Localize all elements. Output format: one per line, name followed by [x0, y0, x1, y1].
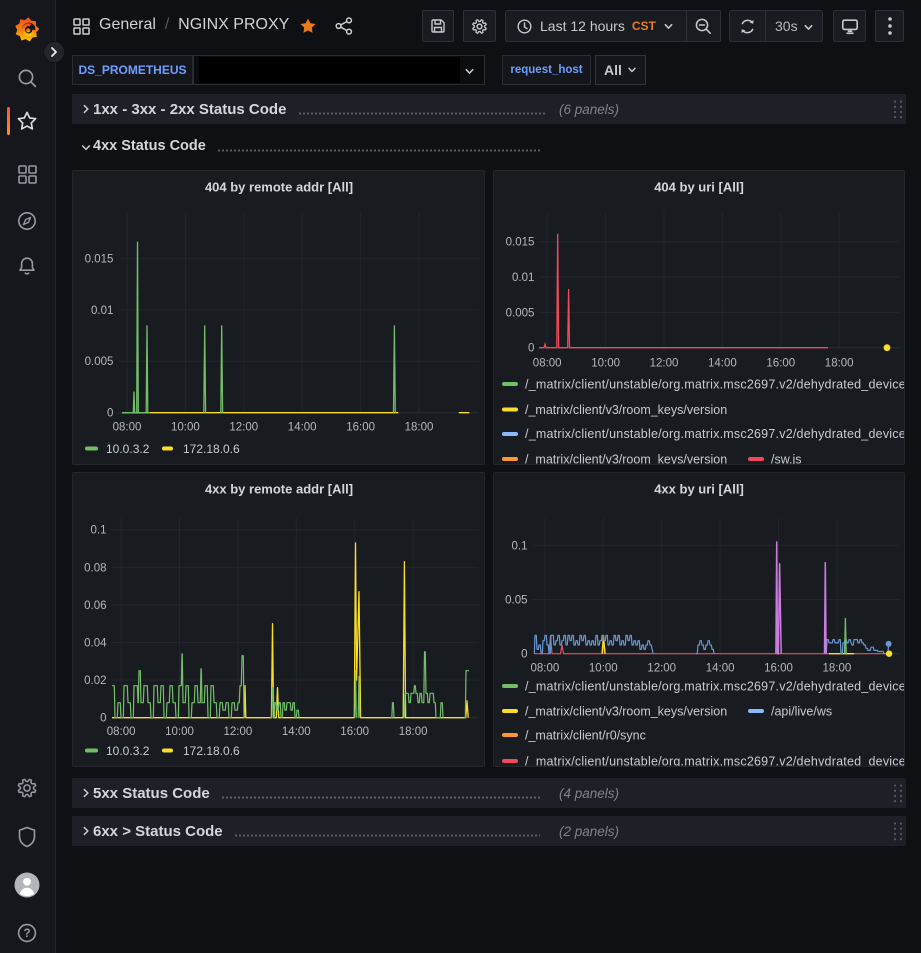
svg-text:14:00: 14:00 [706, 663, 735, 675]
svg-text:0: 0 [521, 649, 527, 661]
svg-text:172.18.0.6: 172.18.0.6 [183, 442, 240, 456]
svg-text:10:00: 10:00 [591, 358, 620, 370]
svg-text:4xx by uri [All]: 4xx by uri [All] [654, 482, 744, 497]
svg-text:0.015: 0.015 [85, 254, 114, 266]
svg-text:18:00: 18:00 [405, 422, 434, 434]
svg-text:10.0.3.2: 10.0.3.2 [106, 744, 150, 758]
svg-text:0.04: 0.04 [84, 638, 107, 650]
svg-text:10:00: 10:00 [171, 422, 200, 434]
svg-text:16:00: 16:00 [766, 358, 795, 370]
svg-text:08:00: 08:00 [531, 663, 560, 675]
svg-text:18:00: 18:00 [399, 726, 428, 738]
svg-text:0: 0 [107, 408, 113, 420]
svg-text:18:00: 18:00 [825, 358, 854, 370]
svg-text:0.08: 0.08 [84, 562, 106, 574]
svg-text:16:00: 16:00 [764, 663, 793, 675]
svg-text:/_matrix/client/unstable/org.m: /_matrix/client/unstable/org.matrix.msc2… [525, 378, 904, 392]
svg-text:12:00: 12:00 [650, 358, 679, 370]
svg-text:08:00: 08:00 [533, 358, 562, 370]
svg-text:/sw.js: /sw.js [771, 453, 802, 465]
svg-text:0.1: 0.1 [512, 540, 528, 552]
svg-text:/_matrix/client/v3/room_keys/v: /_matrix/client/v3/room_keys/version [525, 705, 727, 719]
svg-text:0.02: 0.02 [84, 675, 106, 687]
svg-text:0.06: 0.06 [84, 600, 106, 612]
svg-text:/_matrix/client/v3/room_keys/v: /_matrix/client/v3/room_keys/version [525, 403, 727, 417]
svg-text:/api/live/ws: /api/live/ws [771, 705, 832, 719]
svg-text:08:00: 08:00 [113, 422, 142, 434]
svg-text:0: 0 [100, 713, 106, 725]
svg-text:0.005: 0.005 [506, 307, 535, 319]
svg-text:404 by uri [All]: 404 by uri [All] [654, 180, 744, 195]
svg-text:/_matrix/client/unstable/org.m: /_matrix/client/unstable/org.matrix.msc2… [525, 680, 904, 694]
svg-text:10.0.3.2: 10.0.3.2 [106, 442, 150, 456]
svg-text:/_matrix/client/unstable/org.m: /_matrix/client/unstable/org.matrix.msc2… [525, 755, 904, 767]
svg-text:0.005: 0.005 [85, 356, 114, 368]
svg-text:0: 0 [528, 343, 534, 355]
svg-text:14:00: 14:00 [288, 422, 317, 434]
svg-text:4xx by remote addr [All]: 4xx by remote addr [All] [205, 482, 353, 497]
svg-text:14:00: 14:00 [708, 358, 737, 370]
svg-text:18:00: 18:00 [823, 663, 852, 675]
svg-text:10:00: 10:00 [165, 726, 194, 738]
svg-text:16:00: 16:00 [346, 422, 375, 434]
svg-text:10:00: 10:00 [589, 663, 618, 675]
svg-text:12:00: 12:00 [224, 726, 253, 738]
svg-text:172.18.0.6: 172.18.0.6 [183, 744, 240, 758]
svg-text:0.015: 0.015 [506, 237, 535, 249]
svg-text:08:00: 08:00 [107, 726, 136, 738]
svg-text:0.01: 0.01 [512, 272, 534, 284]
svg-text:12:00: 12:00 [229, 422, 258, 434]
svg-text:404 by remote addr [All]: 404 by remote addr [All] [205, 180, 353, 195]
svg-text:/_matrix/client/unstable/org.m: /_matrix/client/unstable/org.matrix.msc2… [525, 427, 904, 441]
svg-text:0.01: 0.01 [91, 305, 113, 317]
svg-text:0.1: 0.1 [91, 525, 107, 537]
svg-text:0.05: 0.05 [505, 595, 527, 607]
svg-text:16:00: 16:00 [340, 726, 369, 738]
svg-text:/_matrix/client/r0/sync: /_matrix/client/r0/sync [525, 729, 646, 743]
svg-text:14:00: 14:00 [282, 726, 311, 738]
svg-text:?: ? [23, 928, 30, 940]
svg-text:12:00: 12:00 [647, 663, 676, 675]
svg-text:/_matrix/client/v3/room_keys/v: /_matrix/client/v3/room_keys/version [525, 453, 727, 465]
